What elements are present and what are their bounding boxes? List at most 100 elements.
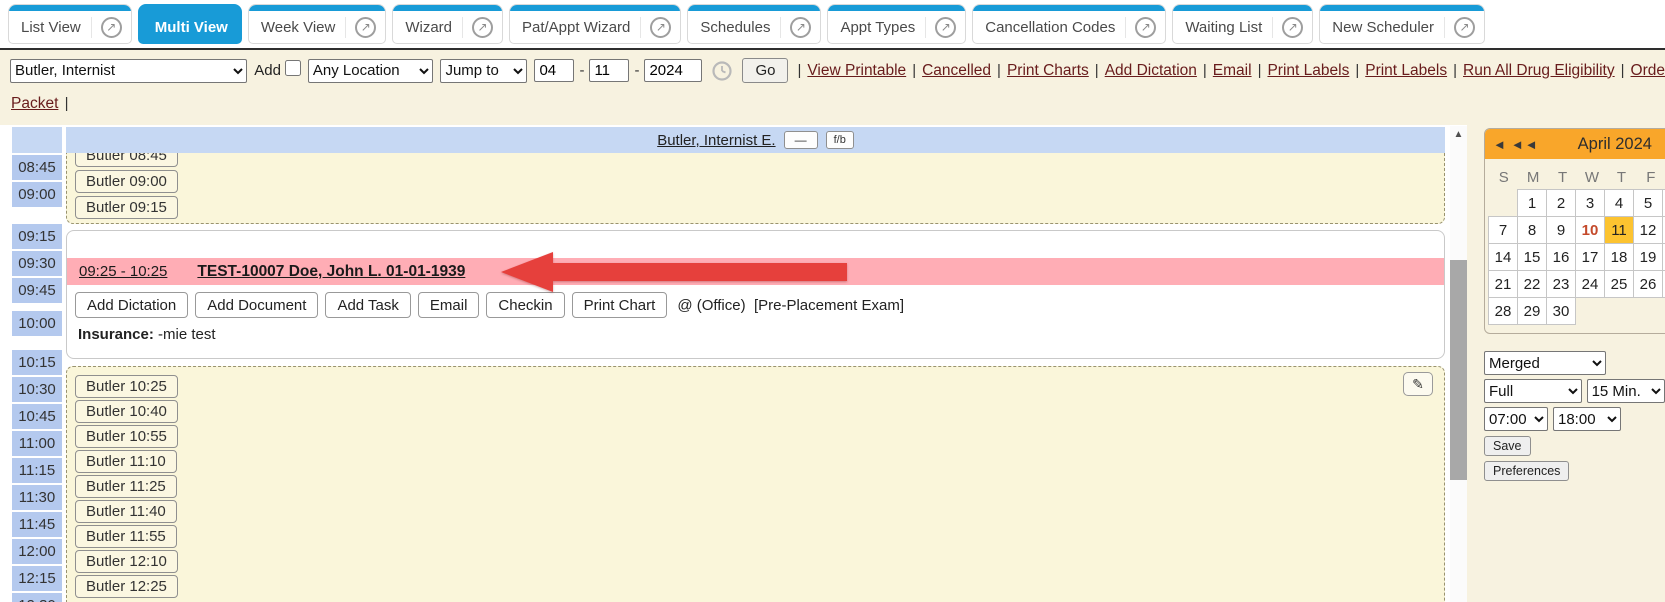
- tab-new-scheduler[interactable]: New Scheduler↗: [1319, 4, 1485, 44]
- calendar-prev-fast-icon[interactable]: ◄◄: [1511, 137, 1539, 152]
- calendar-day-23[interactable]: 23: [1546, 270, 1576, 298]
- appointment-time-link[interactable]: 09:25 - 10:25: [79, 263, 167, 280]
- link-run-all-drug-eligibility[interactable]: Run All Drug Eligibility: [1463, 62, 1615, 80]
- calendar-day-2[interactable]: 2: [1546, 189, 1576, 217]
- fb-button[interactable]: f/b: [826, 131, 854, 149]
- calendar-day-1[interactable]: 1: [1517, 189, 1547, 217]
- minimize-column-button[interactable]: —: [784, 131, 818, 149]
- slot-button-butler-10-40[interactable]: Butler 10:40: [75, 400, 178, 423]
- add-task-button[interactable]: Add Task: [325, 292, 410, 318]
- external-link-icon[interactable]: ↗: [1454, 17, 1475, 38]
- external-link-icon[interactable]: ↗: [101, 17, 122, 38]
- calendar-day-10[interactable]: 10: [1575, 216, 1605, 244]
- link-print-labels[interactable]: Print Labels: [1365, 62, 1447, 80]
- calendar-day-25[interactable]: 25: [1604, 270, 1634, 298]
- slot-button-butler-11-55[interactable]: Butler 11:55: [75, 525, 177, 548]
- link-print-charts[interactable]: Print Charts: [1007, 62, 1089, 80]
- link-add-dictation[interactable]: Add Dictation: [1105, 62, 1197, 80]
- tab-appt-types[interactable]: Appt Types↗: [827, 4, 966, 44]
- calendar-day-28[interactable]: 28: [1488, 297, 1518, 325]
- tab-schedules[interactable]: Schedules↗: [687, 4, 821, 44]
- tab-list-view[interactable]: List View↗: [8, 4, 132, 44]
- link-print-labels[interactable]: Print Labels: [1267, 62, 1349, 80]
- calendar-day-18[interactable]: 18: [1604, 243, 1634, 271]
- calendar-day-9[interactable]: 9: [1546, 216, 1576, 244]
- calendar-day-17[interactable]: 17: [1575, 243, 1605, 271]
- calendar-day-16[interactable]: 16: [1546, 243, 1576, 271]
- scrollbar-thumb[interactable]: [1450, 260, 1467, 480]
- jump-to-select[interactable]: Jump to: [440, 59, 527, 83]
- calendar-day-30[interactable]: 30: [1546, 297, 1576, 325]
- external-link-icon[interactable]: ↗: [1282, 17, 1303, 38]
- external-link-icon[interactable]: ↗: [650, 17, 671, 38]
- slot-button-butler-08-45[interactable]: Butler 08:45: [75, 153, 178, 167]
- location-select[interactable]: Any Location: [308, 59, 434, 83]
- save-button[interactable]: Save: [1484, 436, 1531, 456]
- calendar-day-15[interactable]: 15: [1517, 243, 1547, 271]
- slot-button-butler-10-55[interactable]: Butler 10:55: [75, 425, 178, 448]
- calendar-day-26[interactable]: 26: [1633, 270, 1663, 298]
- add-dictation-button[interactable]: Add Dictation: [75, 292, 188, 318]
- view-mode-select[interactable]: Merged: [1484, 351, 1606, 375]
- calendar-day-24[interactable]: 24: [1575, 270, 1605, 298]
- patient-link[interactable]: TEST-10007 Doe, John L. 01-01-1939: [197, 263, 465, 281]
- link-email[interactable]: Email: [1213, 62, 1252, 80]
- calendar-day-19[interactable]: 19: [1633, 243, 1663, 271]
- slot-button-butler-12-25[interactable]: Butler 12:25: [75, 575, 178, 598]
- link-order-packet-wrapped[interactable]: Packet: [11, 95, 58, 112]
- scroll-up-arrow-icon[interactable]: ▲: [1450, 126, 1467, 143]
- tab-waiting-list[interactable]: Waiting List↗: [1172, 4, 1313, 44]
- size-select[interactable]: Full: [1484, 379, 1582, 403]
- calendar-day-22[interactable]: 22: [1517, 270, 1547, 298]
- clock-icon[interactable]: [711, 60, 733, 82]
- external-link-icon[interactable]: ↗: [355, 17, 376, 38]
- calendar-day-3[interactable]: 3: [1575, 189, 1605, 217]
- add-document-button[interactable]: Add Document: [195, 292, 318, 318]
- external-link-icon[interactable]: ↗: [935, 17, 956, 38]
- slot-button-butler-09-00[interactable]: Butler 09:00: [75, 170, 178, 193]
- tab-wizard[interactable]: Wizard↗: [392, 4, 503, 44]
- link-view-printable[interactable]: View Printable: [807, 62, 906, 80]
- external-link-icon[interactable]: ↗: [472, 17, 493, 38]
- start-time-select[interactable]: 07:00: [1484, 407, 1548, 431]
- calendar-day-5[interactable]: 5: [1633, 189, 1663, 217]
- calendar-prev-icon[interactable]: ◄: [1493, 137, 1507, 152]
- preferences-button[interactable]: Preferences: [1484, 461, 1569, 481]
- calendar-day-8[interactable]: 8: [1517, 216, 1547, 244]
- date-day-input[interactable]: [589, 59, 629, 82]
- tab-pat-appt-wizard[interactable]: Pat/Appt Wizard↗: [509, 4, 681, 44]
- provider-select[interactable]: Butler, Internist: [10, 59, 247, 83]
- external-link-icon[interactable]: ↗: [790, 17, 811, 38]
- date-year-input[interactable]: [644, 59, 702, 82]
- calendar-day-12[interactable]: 12: [1633, 216, 1663, 244]
- calendar-day-4[interactable]: 4: [1604, 189, 1634, 217]
- print-chart-button[interactable]: Print Chart: [572, 292, 668, 318]
- email-button[interactable]: Email: [418, 292, 480, 318]
- slot-button-butler-10-25[interactable]: Butler 10:25: [75, 375, 178, 398]
- add-provider-checkbox[interactable]: [285, 60, 301, 76]
- calendar-day-7[interactable]: 7: [1488, 216, 1518, 244]
- external-link-icon[interactable]: ↗: [1135, 17, 1156, 38]
- go-button[interactable]: Go: [742, 58, 788, 83]
- date-month-input[interactable]: [534, 59, 574, 82]
- provider-header-link[interactable]: Butler, Internist E.: [657, 132, 775, 149]
- link-order-packet-wrapped[interactable]: Orde: [1631, 62, 1665, 80]
- link-cancelled[interactable]: Cancelled: [922, 62, 991, 80]
- slot-button-butler-11-25[interactable]: Butler 11:25: [75, 475, 177, 498]
- vertical-scrollbar[interactable]: ▲: [1450, 126, 1467, 602]
- calendar-day-29[interactable]: 29: [1517, 297, 1547, 325]
- slot-button-butler-11-10[interactable]: Butler 11:10: [75, 450, 177, 473]
- calendar-day-11[interactable]: 11: [1604, 216, 1634, 244]
- tab-multi-view[interactable]: Multi View: [138, 4, 242, 44]
- slot-button-butler-09-15[interactable]: Butler 09:15: [75, 196, 178, 219]
- calendar-day-14[interactable]: 14: [1488, 243, 1518, 271]
- slot-button-butler-12-10[interactable]: Butler 12:10: [75, 550, 178, 573]
- tab-week-view[interactable]: Week View↗: [248, 4, 386, 44]
- edit-schedule-icon[interactable]: ✎: [1403, 372, 1433, 396]
- calendar-day-21[interactable]: 21: [1488, 270, 1518, 298]
- end-time-select[interactable]: 18:00: [1553, 407, 1621, 431]
- slot-button-butler-11-40[interactable]: Butler 11:40: [75, 500, 177, 523]
- checkin-button[interactable]: Checkin: [486, 292, 564, 318]
- interval-select[interactable]: 15 Min.: [1587, 379, 1665, 403]
- tab-cancellation-codes[interactable]: Cancellation Codes↗: [972, 4, 1166, 44]
